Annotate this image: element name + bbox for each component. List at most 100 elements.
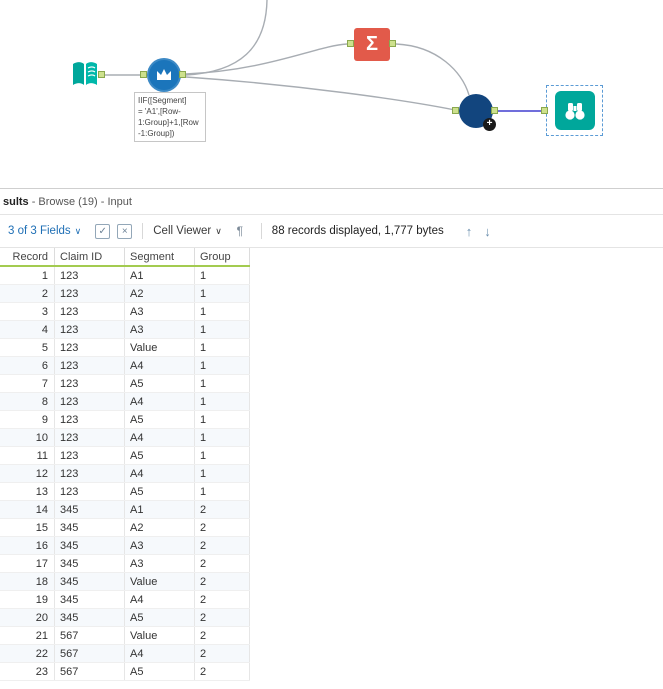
data-cell: A5: [125, 375, 195, 392]
data-cell: 1: [195, 393, 250, 410]
table-row[interactable]: 15345A22: [0, 519, 250, 537]
summarize-input-anchor[interactable]: [347, 40, 354, 47]
record-cell: 10: [0, 429, 55, 446]
data-cell: 123: [55, 465, 125, 482]
data-cell: 123: [55, 483, 125, 500]
table-row[interactable]: 3123A31: [0, 303, 250, 321]
table-row[interactable]: 8123A41: [0, 393, 250, 411]
x-square-icon[interactable]: ×: [117, 224, 132, 239]
data-cell: Value: [125, 339, 195, 356]
data-cell: 2: [195, 645, 250, 662]
arrow-down-icon[interactable]: ↓: [484, 224, 491, 239]
column-header-claim-id[interactable]: Claim ID: [55, 248, 125, 265]
data-cell: 123: [55, 375, 125, 392]
data-cell: A1: [125, 501, 195, 518]
data-cell: 2: [195, 519, 250, 536]
table-row[interactable]: 9123A51: [0, 411, 250, 429]
table-row[interactable]: 1123A11: [0, 267, 250, 285]
cell-viewer-dropdown[interactable]: Cell Viewer ∨: [153, 225, 222, 237]
browse-tool[interactable]: [555, 91, 595, 130]
record-cell: 23: [0, 663, 55, 680]
data-cell: 2: [195, 663, 250, 680]
table-row[interactable]: 16345A32: [0, 537, 250, 555]
data-cell: 345: [55, 573, 125, 590]
summarize-tool[interactable]: Σ: [354, 28, 390, 61]
table-row[interactable]: 12123A41: [0, 465, 250, 483]
summarize-output-anchor[interactable]: [389, 40, 396, 47]
data-cell: 345: [55, 609, 125, 626]
table-row[interactable]: 2123A21: [0, 285, 250, 303]
tool-annotation[interactable]: IIF([Segment] = 'A1',[Row- 1:Group]+1,[R…: [134, 92, 206, 142]
data-cell: 567: [55, 645, 125, 662]
data-cell: 123: [55, 285, 125, 302]
input-output-anchor[interactable]: [98, 71, 105, 78]
column-header-record[interactable]: Record: [0, 248, 55, 265]
table-row[interactable]: 5123Value1: [0, 339, 250, 357]
data-cell: A3: [125, 537, 195, 554]
record-cell: 1: [0, 267, 55, 284]
table-row[interactable]: 7123A51: [0, 375, 250, 393]
multi-row-formula-tool[interactable]: [147, 58, 181, 92]
table-row[interactable]: 13123A51: [0, 483, 250, 501]
data-cell: A5: [125, 411, 195, 428]
union-tool[interactable]: +: [459, 94, 493, 128]
data-cell: 2: [195, 501, 250, 518]
data-cell: 1: [195, 267, 250, 284]
data-cell: A5: [125, 483, 195, 500]
crown-icon: [155, 67, 173, 83]
table-row[interactable]: 6123A41: [0, 357, 250, 375]
column-header-group[interactable]: Group: [195, 248, 250, 265]
data-cell: 123: [55, 429, 125, 446]
data-cell: 1: [195, 285, 250, 302]
record-cell: 5: [0, 339, 55, 356]
table-row[interactable]: 4123A31: [0, 321, 250, 339]
data-cell: A4: [125, 429, 195, 446]
pilcrow-icon[interactable]: ¶: [232, 224, 248, 238]
table-row[interactable]: 17345A32: [0, 555, 250, 573]
table-row[interactable]: 22567A42: [0, 645, 250, 663]
record-cell: 8: [0, 393, 55, 410]
data-cell: A4: [125, 357, 195, 374]
formula-output-anchor[interactable]: [179, 71, 186, 78]
results-toolbar: 3 of 3 Fields ∨ ✓ × Cell Viewer ∨ ¶ 88 r…: [0, 215, 663, 248]
table-row[interactable]: 21567Value2: [0, 627, 250, 645]
arrow-up-icon[interactable]: ↑: [466, 224, 473, 239]
data-cell: 345: [55, 519, 125, 536]
column-header-segment[interactable]: Segment: [125, 248, 195, 265]
data-cell: 123: [55, 321, 125, 338]
table-row[interactable]: 14345A12: [0, 501, 250, 519]
data-cell: A3: [125, 555, 195, 572]
record-cell: 21: [0, 627, 55, 644]
table-row[interactable]: 20345A52: [0, 609, 250, 627]
formula-input-anchor[interactable]: [140, 71, 147, 78]
table-row[interactable]: 10123A41: [0, 429, 250, 447]
data-cell: A4: [125, 645, 195, 662]
check-square-icon[interactable]: ✓: [95, 224, 110, 239]
record-cell: 16: [0, 537, 55, 554]
browse-input-anchor[interactable]: [541, 107, 548, 114]
workflow-canvas[interactable]: IIF([Segment] = 'A1',[Row- 1:Group]+1,[R…: [0, 0, 663, 188]
data-cell: A5: [125, 663, 195, 680]
data-cell: A4: [125, 465, 195, 482]
table-row[interactable]: 19345A42: [0, 591, 250, 609]
data-cell: 1: [195, 411, 250, 428]
data-cell: 345: [55, 591, 125, 608]
join-input-anchor[interactable]: [452, 107, 459, 114]
record-cell: 6: [0, 357, 55, 374]
table-row[interactable]: 23567A52: [0, 663, 250, 681]
table-row[interactable]: 18345Value2: [0, 573, 250, 591]
record-cell: 2: [0, 285, 55, 302]
data-cell: 123: [55, 447, 125, 464]
wire-formula-to-summarize: [186, 44, 347, 74]
fields-dropdown[interactable]: 3 of 3 Fields ∨: [8, 225, 81, 237]
data-cell: 345: [55, 537, 125, 554]
join-output-anchor[interactable]: [491, 107, 498, 114]
table-row[interactable]: 11123A51: [0, 447, 250, 465]
record-cell: 9: [0, 411, 55, 428]
wire-formula-to-top: [186, 0, 267, 75]
data-cell: 1: [195, 357, 250, 374]
results-title: sults: [3, 196, 29, 208]
input-data-tool[interactable]: [70, 60, 100, 88]
data-cell: 123: [55, 339, 125, 356]
data-cell: 123: [55, 267, 125, 284]
